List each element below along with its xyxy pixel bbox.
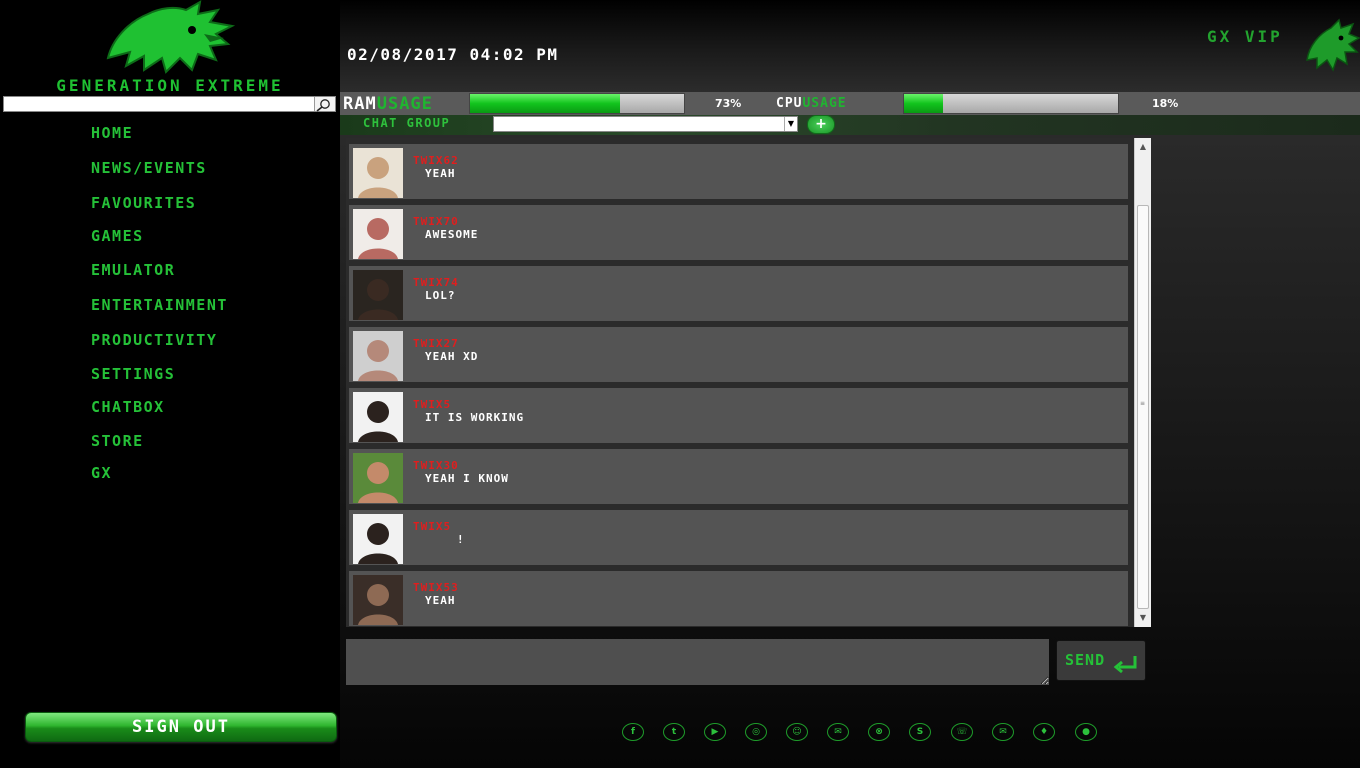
ram-usage-title: RAMUSAGE — [343, 94, 433, 114]
cpu-percent: 18% — [1152, 97, 1179, 110]
message-text: YEAH XD — [425, 350, 479, 363]
avatar[interactable] — [353, 331, 403, 381]
scroll-up-arrow-icon[interactable]: ▲ — [1135, 140, 1151, 154]
message-text: YEAH — [425, 594, 456, 607]
message-username: TWIX5 — [413, 398, 452, 411]
dragon-logo-icon — [100, 0, 240, 78]
nav-item-gx[interactable]: GX — [91, 464, 112, 482]
chat-scrollbar[interactable]: ▲ ≡ ▼ — [1134, 138, 1151, 627]
message-username: TWIX74 — [413, 276, 459, 289]
mail-icon[interactable]: ✉ — [992, 723, 1014, 741]
chat-group-select[interactable]: ▼ — [493, 116, 798, 132]
cpu-progress-fill — [904, 94, 943, 113]
vip-dragon-icon[interactable] — [1303, 18, 1360, 72]
message-text: AWESOME — [425, 228, 479, 241]
chat-message-list[interactable]: TWIX62 YEAH TWIX70 AWESOME TWIX74 LOL? T… — [346, 138, 1151, 627]
scroll-down-arrow-icon[interactable]: ▼ — [1135, 611, 1151, 625]
datetime: 02/08/2017 04:02 PM — [347, 45, 559, 64]
message-text: LOL? — [425, 289, 456, 302]
search-input[interactable] — [4, 97, 320, 111]
chat-group-row: CHAT GROUP ▼ + — [340, 115, 1360, 135]
nav-item-home[interactable]: HOME — [91, 124, 133, 142]
message-username: TWIX53 — [413, 581, 459, 594]
message-text: YEAH I KNOW — [425, 472, 509, 485]
skype-icon[interactable]: S — [909, 723, 931, 741]
chat-message: TWIX53 YEAH — [349, 571, 1128, 626]
message-username: TWIX70 — [413, 215, 459, 228]
send-label: SEND — [1065, 651, 1106, 669]
nav-item-store[interactable]: STORE — [91, 432, 144, 450]
vip-label: GX VIP — [1207, 27, 1283, 46]
android-icon[interactable]: ♦ — [1033, 723, 1055, 741]
message-text: ! — [457, 533, 465, 546]
avatar[interactable] — [353, 575, 403, 625]
chat-message: TWIX5 IT IS WORKING — [349, 388, 1128, 443]
instagram-icon[interactable]: ◎ — [745, 723, 767, 741]
sidebar: GENERATION EXTREME HOME NEWS/EVENTS FAVO… — [0, 0, 340, 768]
return-arrow-icon — [1113, 656, 1137, 674]
send-button[interactable]: SEND — [1056, 640, 1146, 681]
header: 02/08/2017 04:02 PM GX VIP — [340, 0, 1360, 92]
cpu-progress-bar — [903, 93, 1119, 114]
message-username: TWIX27 — [413, 337, 459, 350]
sign-out-button[interactable]: SIGN OUT — [25, 712, 337, 742]
nav-item-chatbox[interactable]: CHATBOX — [91, 398, 165, 416]
avatar[interactable] — [353, 148, 403, 198]
ram-progress-bar — [469, 93, 685, 114]
message-username: TWIX30 — [413, 459, 459, 472]
brand-name: GENERATION EXTREME — [56, 76, 284, 95]
avatar-face — [367, 157, 389, 179]
search-button[interactable] — [314, 97, 335, 112]
cpu-title-part: CPU — [776, 96, 803, 111]
chat-message: TWIX27 YEAH XD — [349, 327, 1128, 382]
search-box — [3, 96, 336, 112]
ram-progress-fill — [470, 94, 620, 113]
chat-message: TWIX74 LOL? — [349, 266, 1128, 321]
message-text: YEAH — [425, 167, 456, 180]
chat-message: TWIX30 YEAH I KNOW — [349, 449, 1128, 504]
nav-item-settings[interactable]: SETTINGS — [91, 365, 175, 383]
facebook-icon[interactable]: f — [622, 723, 644, 741]
phone-icon[interactable]: ☏ — [951, 723, 973, 741]
message-username: TWIX5 — [413, 520, 452, 533]
nav-item-entertainment[interactable]: ENTERTAINMENT — [91, 296, 228, 314]
chat-message: TWIX70 AWESOME — [349, 205, 1128, 260]
search-icon — [316, 99, 330, 112]
avatar[interactable] — [353, 392, 403, 442]
grip-icon: ≡ — [1140, 400, 1146, 407]
avatar[interactable] — [353, 209, 403, 259]
nav-item-games[interactable]: GAMES — [91, 227, 144, 245]
apple-icon[interactable]: ● — [1075, 723, 1097, 741]
messenger-icon[interactable]: ✉ — [827, 723, 849, 741]
cpu-usage-title-part: USAGE — [802, 96, 847, 111]
twitter-icon[interactable]: t — [663, 723, 685, 741]
message-text: IT IS WORKING — [425, 411, 525, 424]
ram-title-part: RAM — [343, 94, 377, 114]
avatar[interactable] — [353, 453, 403, 503]
scrollbar-thumb[interactable]: ≡ — [1137, 205, 1149, 609]
ram-percent: 73% — [715, 97, 742, 110]
usage-bar: RAMUSAGE 73% CPUUSAGE 18% — [340, 92, 1360, 115]
youtube-icon[interactable]: ▶ — [704, 723, 726, 741]
cpu-usage-title: CPUUSAGE — [776, 96, 847, 111]
nav-item-emulator[interactable]: EMULATOR — [91, 261, 175, 279]
chat-group-label: CHAT GROUP — [363, 116, 451, 130]
xbox-icon[interactable]: ⊗ — [868, 723, 890, 741]
ram-usage-title-part: USAGE — [376, 94, 433, 114]
nav-item-productivity[interactable]: PRODUCTIVITY — [91, 331, 217, 349]
chat-message: TWIX62 YEAH — [349, 144, 1128, 199]
message-compose-input[interactable] — [346, 639, 1049, 685]
nav-item-news-events[interactable]: NEWS/EVENTS — [91, 159, 207, 177]
chat-main: TWIX62 YEAH TWIX70 AWESOME TWIX74 LOL? T… — [340, 135, 1360, 768]
nav-item-favourites[interactable]: FAVOURITES — [91, 194, 196, 212]
chat-message: TWIX5 ! — [349, 510, 1128, 565]
avatar[interactable] — [353, 270, 403, 320]
chevron-down-icon[interactable]: ▼ — [784, 117, 797, 131]
avatar[interactable] — [353, 514, 403, 564]
snapchat-icon[interactable]: ☺ — [786, 723, 808, 741]
message-username: TWIX62 — [413, 154, 459, 167]
add-group-button[interactable]: + — [807, 115, 835, 134]
